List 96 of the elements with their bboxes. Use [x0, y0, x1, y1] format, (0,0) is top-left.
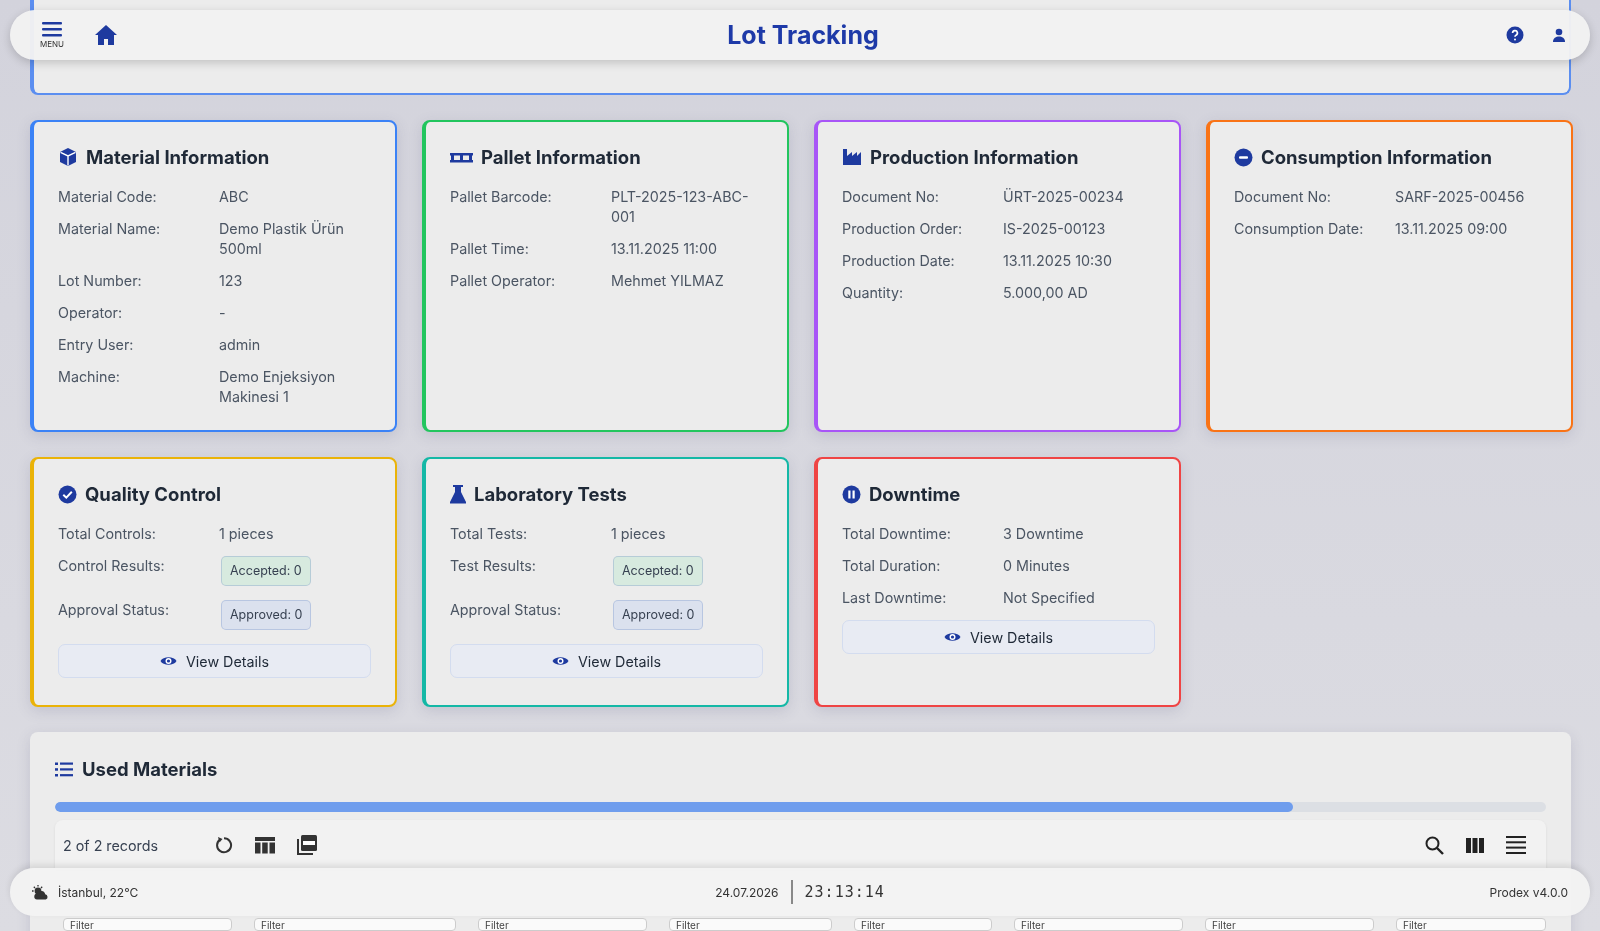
filter-field[interactable]: Filter: [1396, 918, 1546, 931]
check-circle-icon: [58, 484, 77, 504]
flask-icon: [450, 484, 466, 504]
minus-circle-icon: [1234, 147, 1253, 167]
card-title: Production Information: [870, 146, 1079, 168]
field-label: Material Name:: [58, 219, 162, 239]
cube-icon: [58, 147, 78, 167]
field-value: 0 Minutes: [1003, 556, 1071, 576]
field-label: Approval Status:: [58, 600, 171, 620]
status-badge: Approved: 0: [613, 600, 704, 630]
field-value: 1 pieces: [219, 524, 275, 544]
pdf-file-icon[interactable]: [297, 835, 317, 855]
field-label: Total Controls:: [58, 524, 157, 544]
home-icon[interactable]: [94, 24, 118, 46]
field-value: Mehmet YILMAZ: [611, 271, 725, 291]
field-label: Total Tests:: [450, 524, 529, 544]
field-value: 13.11.2025 09:00: [1395, 219, 1509, 239]
filter-field[interactable]: Filter: [854, 918, 992, 931]
field-label: Consumption Date:: [1234, 219, 1365, 239]
card-title: Material Information: [86, 146, 270, 168]
weather-text: İstanbul, 22°C: [58, 884, 139, 900]
view-details-button[interactable]: View Details: [58, 644, 371, 678]
field-label: Test Results:: [450, 556, 537, 576]
record-count: 2 of 2 records: [63, 836, 160, 854]
card-title: Consumption Information: [1261, 146, 1492, 168]
field-value: 123: [219, 271, 244, 291]
card-title: Laboratory Tests: [474, 483, 627, 505]
field-label: Document No:: [842, 187, 940, 207]
eye-icon: [944, 631, 961, 643]
field-value: IS-2025-00123: [1003, 219, 1107, 239]
search-icon[interactable]: [1425, 835, 1444, 855]
card-title: Downtime: [869, 483, 961, 505]
field-label: Production Order:: [842, 219, 964, 239]
field-value: 13.11.2025 10:30: [1003, 251, 1113, 271]
filter-field[interactable]: Filter: [669, 918, 832, 931]
menu-button[interactable]: MENU: [40, 21, 64, 49]
filter-field[interactable]: Filter: [254, 918, 456, 931]
status-badge: Approved: 0: [221, 600, 312, 630]
help-icon[interactable]: [1506, 26, 1524, 44]
field-value: 13.11.2025 11:00: [611, 239, 718, 259]
field-value: 5.000,00 AD: [1003, 283, 1089, 303]
page-title: Lot Tracking: [727, 20, 879, 50]
weather-icon: [32, 884, 50, 900]
field-value: Demo Enjeksiyon Makinesi 1: [219, 367, 337, 407]
field-label: Lot Number:: [58, 271, 143, 291]
field-label: Machine:: [58, 367, 121, 387]
user-icon[interactable]: [1552, 28, 1566, 42]
filter-field[interactable]: Filter: [1014, 918, 1183, 931]
table-icon[interactable]: [255, 836, 275, 854]
field-label: Operator:: [58, 303, 124, 323]
field-value: -: [219, 303, 227, 323]
menu-icon: [42, 21, 62, 37]
view-details-button[interactable]: View Details: [842, 620, 1155, 654]
refresh-icon[interactable]: [215, 836, 233, 854]
pallet-icon: [450, 151, 473, 163]
factory-icon: [842, 148, 862, 166]
field-label: Entry User:: [58, 335, 135, 355]
field-label: Document No:: [1234, 187, 1332, 207]
field-value: ABC: [219, 187, 250, 207]
field-value: 3 Downtime: [1003, 524, 1085, 544]
filter-field[interactable]: Filter: [1205, 918, 1374, 931]
list-icon: [55, 761, 73, 777]
section-title: Used Materials: [82, 758, 218, 780]
version-text: Prodex v4.0.0: [1488, 884, 1568, 900]
field-label: Quantity:: [842, 283, 905, 303]
field-value: PLT-2025-123-ABC-001: [611, 187, 750, 227]
field-label: Total Downtime:: [842, 524, 952, 544]
card-title: Pallet Information: [481, 146, 641, 168]
date-text: 24.07.2026: [715, 884, 779, 900]
field-value: SARF-2025-00456: [1395, 187, 1526, 207]
field-value: ÜRT-2025-00234: [1003, 187, 1125, 207]
status-badge: Accepted: 0: [613, 556, 703, 586]
eye-icon: [552, 655, 569, 667]
field-label: Production Date:: [842, 251, 956, 271]
density-icon[interactable]: [1506, 836, 1526, 854]
clock-text: 23:13:14: [804, 883, 885, 901]
status-badge: Accepted: 0: [221, 556, 311, 586]
field-value: Not Specified: [1003, 588, 1096, 608]
eye-icon: [160, 655, 177, 667]
field-value: admin: [219, 335, 262, 355]
field-value: 1 pieces: [611, 524, 667, 544]
field-label: Total Duration:: [842, 556, 942, 576]
field-label: Last Downtime:: [842, 588, 948, 608]
filter-field[interactable]: Filter: [63, 918, 232, 931]
columns-icon[interactable]: [1466, 837, 1484, 853]
field-label: Pallet Barcode:: [450, 187, 553, 207]
card-title: Quality Control: [85, 483, 222, 505]
field-label: Control Results:: [58, 556, 166, 576]
field-label: Material Code:: [58, 187, 158, 207]
field-label: Pallet Operator:: [450, 271, 557, 291]
field-label: Pallet Time:: [450, 239, 530, 259]
field-value: Demo Plastik Ürün 500ml: [219, 219, 345, 259]
pause-circle-icon: [842, 484, 861, 504]
filter-field[interactable]: Filter: [478, 918, 647, 931]
field-label: Approval Status:: [450, 600, 563, 620]
view-details-button[interactable]: View Details: [450, 644, 763, 678]
